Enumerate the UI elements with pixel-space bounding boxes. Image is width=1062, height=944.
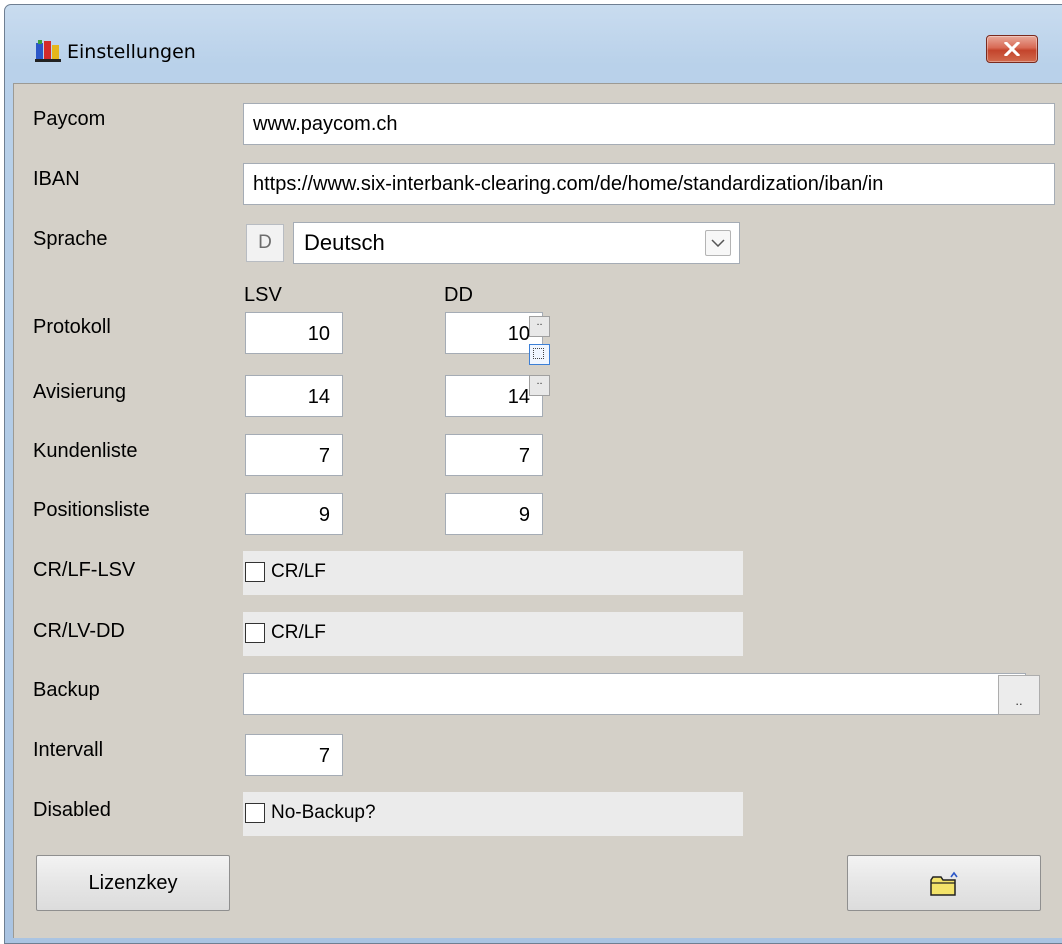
lsv-column-header: LSV xyxy=(244,284,282,306)
backup-label: Backup xyxy=(33,679,100,701)
crlv-dd-checkbox[interactable] xyxy=(245,623,265,643)
intervall-field[interactable]: 7 xyxy=(245,734,343,776)
disabled-label: Disabled xyxy=(33,799,111,821)
lizenzkey-button[interactable]: Lizenzkey xyxy=(36,855,230,911)
app-icon xyxy=(35,40,61,62)
dialog-body: Paycom www.paycom.ch IBAN https://www.si… xyxy=(13,83,1062,938)
spinner-up-button[interactable]: .. xyxy=(529,316,550,337)
backup-browse-button[interactable]: .. xyxy=(998,675,1040,715)
backup-path-field[interactable] xyxy=(243,673,1026,715)
kundenliste-lsv-field[interactable]: 7 xyxy=(245,434,343,476)
close-button[interactable] xyxy=(986,35,1038,63)
spinner-down-button[interactable]: .. xyxy=(529,375,550,396)
avisierung-label: Avisierung xyxy=(33,381,127,403)
language-code: D xyxy=(246,224,284,262)
iban-label: IBAN xyxy=(33,168,80,190)
paycom-field[interactable]: www.paycom.ch xyxy=(243,103,1055,145)
intervall-label: Intervall xyxy=(33,739,104,761)
kundenliste-label: Kundenliste xyxy=(33,440,138,462)
protokoll-lsv-field[interactable]: 10 xyxy=(245,312,343,354)
sprache-label: Sprache xyxy=(33,228,108,250)
crlf-lsv-checkbox-label: CR/LF xyxy=(271,561,326,582)
iban-field[interactable]: https://www.six-interbank-clearing.com/d… xyxy=(243,163,1055,205)
crlf-lsv-checkbox[interactable] xyxy=(245,562,265,582)
protokoll-label: Protokoll xyxy=(33,316,111,338)
dd-column-header: DD xyxy=(444,284,473,306)
positionsliste-dd-field[interactable]: 9 xyxy=(445,493,543,535)
avisierung-lsv-field[interactable]: 14 xyxy=(245,375,343,417)
no-backup-checkbox-panel[interactable]: No-Backup? xyxy=(243,792,743,836)
crlv-dd-checkbox-panel[interactable]: CR/LF xyxy=(243,612,743,656)
open-folder-icon xyxy=(930,871,958,896)
window-title: Einstellungen xyxy=(67,41,196,63)
dropdown-button[interactable] xyxy=(705,230,731,256)
crlf-lsv-checkbox-panel[interactable]: CR/LF xyxy=(243,551,743,595)
language-select[interactable]: Deutsch xyxy=(293,222,740,264)
open-folder-button[interactable] xyxy=(847,855,1041,911)
no-backup-checkbox[interactable] xyxy=(245,803,265,823)
chevron-down-icon xyxy=(711,239,725,247)
language-select-value: Deutsch xyxy=(304,230,385,255)
positionsliste-label: Positionsliste xyxy=(33,499,150,521)
no-backup-checkbox-label: No-Backup? xyxy=(271,802,376,823)
spinner-focus-button[interactable] xyxy=(529,344,550,365)
crlf-lsv-label: CR/LF-LSV xyxy=(33,559,136,581)
positionsliste-lsv-field[interactable]: 9 xyxy=(245,493,343,535)
close-icon xyxy=(1004,42,1020,56)
crlv-dd-checkbox-label: CR/LF xyxy=(271,622,326,643)
title-bar[interactable]: Einstellungen xyxy=(5,5,1062,87)
crlv-dd-label: CR/LV-DD xyxy=(33,620,125,642)
kundenliste-dd-field[interactable]: 7 xyxy=(445,434,543,476)
paycom-label: Paycom xyxy=(33,108,106,130)
